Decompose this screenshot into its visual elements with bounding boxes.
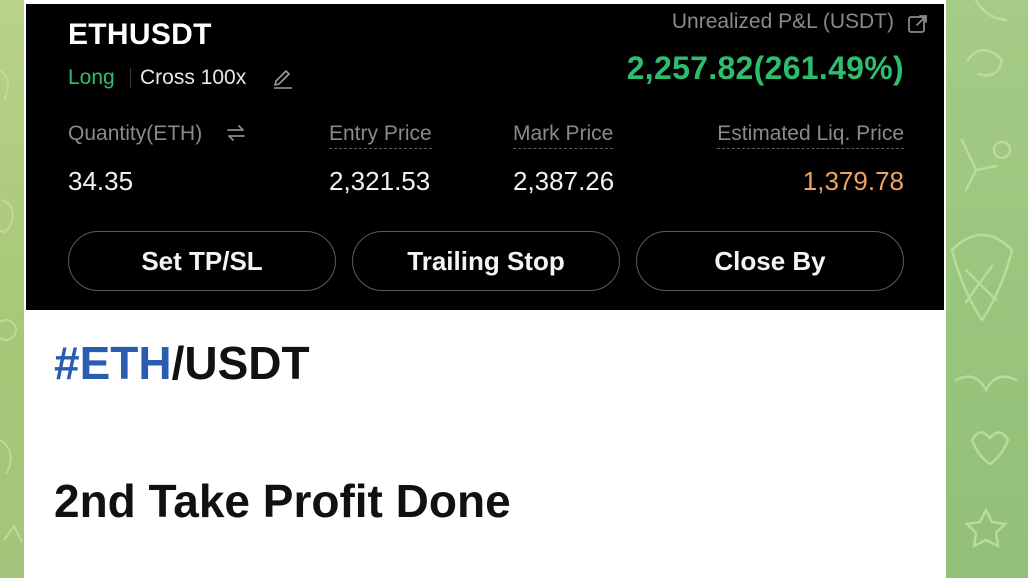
- quantity-label: Quantity(ETH): [68, 122, 203, 145]
- pencil-icon[interactable]: [270, 64, 296, 90]
- chat-wallpaper-right: [946, 0, 1028, 578]
- margin-mode-label: Cross 100x: [140, 66, 247, 89]
- mark-price-label: Mark Price: [513, 122, 614, 149]
- chat-wallpaper-left: [0, 0, 24, 578]
- entry-price-label: Entry Price: [329, 122, 432, 149]
- pair-suffix: /USDT: [171, 337, 310, 389]
- set-tp-sl-button[interactable]: Set TP/SL: [68, 231, 336, 291]
- hashtag-link[interactable]: #ETH: [54, 337, 172, 389]
- entry-price-value: 2,321.53: [329, 166, 431, 196]
- symbol-title: ETHUSDT: [68, 18, 212, 51]
- close-by-button[interactable]: Close By: [636, 231, 904, 291]
- share-icon[interactable]: [906, 12, 930, 36]
- side-label: Long: [68, 66, 115, 89]
- liq-price-label: Estimated Liq. Price: [717, 122, 904, 149]
- quantity-value: 34.35: [68, 166, 134, 196]
- trailing-stop-button[interactable]: Trailing Stop: [352, 231, 620, 291]
- pnl-label: Unrealized P&L (USDT): [671, 10, 894, 33]
- liq-price-value: 1,379.78: [802, 166, 904, 196]
- swap-icon[interactable]: [224, 121, 248, 145]
- pnl-value: 2,257.82(261.49%): [626, 50, 904, 86]
- mark-price-value: 2,387.26: [513, 166, 615, 196]
- divider: [130, 68, 131, 88]
- position-card: ETHUSDT Long Cross 100x Unrealized P&L (…: [26, 4, 944, 310]
- message-text: 2nd Take Profit Done: [54, 475, 511, 527]
- message-pair-line: #ETH/USDT: [54, 336, 310, 390]
